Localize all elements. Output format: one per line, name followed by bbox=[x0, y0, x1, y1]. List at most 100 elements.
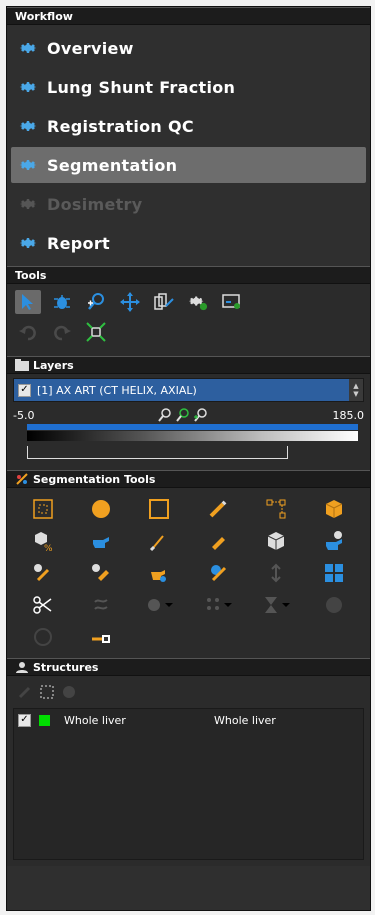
tools-title: Tools bbox=[15, 268, 47, 282]
capture-tool-button[interactable] bbox=[219, 290, 245, 314]
workflow-item-label: Registration QC bbox=[47, 116, 194, 136]
gear-brush-tool[interactable] bbox=[192, 560, 244, 586]
expand-tool[interactable] bbox=[308, 560, 360, 586]
window-slider[interactable] bbox=[27, 446, 288, 459]
layer-name: [1] AX ART (CT HELIX, AXIAL) bbox=[37, 383, 197, 397]
redo-button[interactable] bbox=[49, 320, 75, 344]
eraser-icon bbox=[211, 537, 225, 550]
window-range-bar bbox=[27, 424, 358, 430]
workflow-item-lung-shunt-fraction[interactable]: Lung Shunt Fraction bbox=[11, 69, 366, 105]
sphere-eraser-icon bbox=[92, 564, 110, 581]
disabled-tool-1 bbox=[250, 560, 302, 586]
zoom-plus-icon bbox=[88, 293, 104, 310]
hand-sphere-tool[interactable] bbox=[308, 528, 360, 554]
window-level-control[interactable] bbox=[13, 424, 364, 464]
structures-title: Structures bbox=[33, 660, 99, 674]
svg-text:%: % bbox=[44, 544, 53, 552]
cube-tool[interactable] bbox=[308, 496, 360, 522]
screenshot-icon bbox=[222, 294, 240, 309]
app-panel: Workflow Overview Lung Shunt Fraction Re… bbox=[6, 6, 371, 911]
bug-tool-button[interactable] bbox=[49, 290, 75, 314]
scissors-tool[interactable] bbox=[17, 592, 69, 618]
layer-visibility-checkbox[interactable]: ✓ bbox=[18, 383, 31, 397]
nodes-tool[interactable] bbox=[250, 496, 302, 522]
zoom-icon[interactable] bbox=[158, 408, 172, 422]
workflow-item-label: Report bbox=[47, 233, 110, 253]
workflow-item-overview[interactable]: Overview bbox=[11, 30, 366, 66]
structures-panel: ✓ Whole liver Whole liver bbox=[7, 676, 370, 866]
cube-outline-tool[interactable] bbox=[250, 528, 302, 554]
structure-color-swatch[interactable] bbox=[39, 714, 50, 726]
pan-tool-button[interactable] bbox=[117, 290, 143, 314]
zoom-reset-icon[interactable] bbox=[176, 408, 190, 422]
structures-icon bbox=[15, 661, 29, 673]
settings-tool-button[interactable] bbox=[185, 290, 211, 314]
disabled-dropdown-2 bbox=[192, 592, 244, 618]
eraser-tool[interactable] bbox=[192, 528, 244, 554]
structures-header: Structures bbox=[7, 658, 370, 676]
select-box-icon[interactable] bbox=[39, 684, 55, 700]
gear-icon bbox=[19, 42, 37, 54]
sphere-brush-tool[interactable] bbox=[17, 560, 69, 586]
sun-dropdown-icon bbox=[148, 599, 174, 611]
layer-selector[interactable]: ✓ [1] AX ART (CT HELIX, AXIAL) ▲ ▼ bbox=[13, 378, 364, 402]
fit-view-button[interactable] bbox=[83, 320, 109, 344]
zoom-in-tool-button[interactable] bbox=[83, 290, 109, 314]
percent-cube-tool[interactable]: % bbox=[17, 528, 69, 554]
layers-header: Layers bbox=[7, 356, 370, 374]
key-icon bbox=[92, 635, 111, 643]
region-grow-icon bbox=[151, 570, 167, 582]
gear-icon bbox=[188, 296, 208, 311]
nodes-icon bbox=[266, 499, 286, 519]
copy-tool-button[interactable] bbox=[151, 290, 177, 314]
workflow-header: Workflow bbox=[7, 7, 370, 25]
key-tool[interactable] bbox=[75, 624, 127, 650]
structure-row[interactable]: ✓ Whole liver Whole liver bbox=[14, 709, 363, 731]
region-grow-tool[interactable] bbox=[133, 560, 185, 586]
workflow-item-label: Lung Shunt Fraction bbox=[47, 77, 236, 97]
disabled-tool-2 bbox=[75, 592, 127, 618]
structure-name: Whole liver bbox=[64, 713, 126, 727]
point-hand-tool[interactable] bbox=[75, 528, 127, 554]
cube-percent-icon: % bbox=[35, 532, 53, 552]
workflow-item-report[interactable]: Report bbox=[11, 225, 366, 261]
layer-spinner[interactable]: ▲ ▼ bbox=[349, 379, 363, 401]
link-icon bbox=[94, 599, 108, 610]
window-min-value: -5.0 bbox=[13, 408, 35, 422]
structures-toolbar bbox=[13, 680, 364, 704]
zoom-in-icon[interactable] bbox=[194, 408, 208, 422]
gear-icon bbox=[19, 159, 37, 171]
workflow-item-label: Dosimetry bbox=[47, 194, 143, 214]
window-zoom-controls bbox=[158, 408, 208, 422]
disabled-tool-4 bbox=[17, 624, 69, 650]
rect-select-tool[interactable] bbox=[17, 496, 69, 522]
workflow-item-registration-qc[interactable]: Registration QC bbox=[11, 108, 366, 144]
spin-down-icon: ▼ bbox=[353, 390, 359, 398]
structures-list: ✓ Whole liver Whole liver bbox=[13, 708, 364, 860]
square-icon bbox=[149, 499, 170, 519]
undo-button[interactable] bbox=[15, 320, 41, 344]
structure-visibility-checkbox[interactable]: ✓ bbox=[18, 713, 31, 727]
edit-icon[interactable] bbox=[17, 684, 33, 700]
delete-icon[interactable] bbox=[61, 684, 77, 700]
fit-icon bbox=[86, 322, 106, 342]
split-icon bbox=[271, 563, 281, 583]
structure-type: Whole liver bbox=[214, 713, 276, 727]
gear-icon bbox=[19, 198, 37, 210]
brush-tool[interactable] bbox=[133, 528, 185, 554]
workflow-item-label: Overview bbox=[47, 38, 134, 58]
rectangle-tool[interactable] bbox=[133, 496, 185, 522]
spin-up-icon: ▲ bbox=[353, 382, 359, 390]
pencil-tool[interactable] bbox=[192, 496, 244, 522]
disabled-dropdown-1 bbox=[133, 592, 185, 618]
cube-icon bbox=[325, 500, 343, 518]
copy-icon bbox=[154, 293, 174, 310]
gear-icon bbox=[19, 237, 37, 249]
workflow-item-segmentation[interactable]: Segmentation bbox=[11, 147, 366, 183]
pointer-tool-button[interactable] bbox=[15, 290, 41, 314]
circle-tool[interactable] bbox=[75, 496, 127, 522]
gear-icon bbox=[19, 120, 37, 132]
grid-dropdown-icon bbox=[206, 598, 232, 610]
layers-panel: ✓ [1] AX ART (CT HELIX, AXIAL) ▲ ▼ -5.0 1… bbox=[7, 374, 370, 470]
sphere-eraser-tool[interactable] bbox=[75, 560, 127, 586]
